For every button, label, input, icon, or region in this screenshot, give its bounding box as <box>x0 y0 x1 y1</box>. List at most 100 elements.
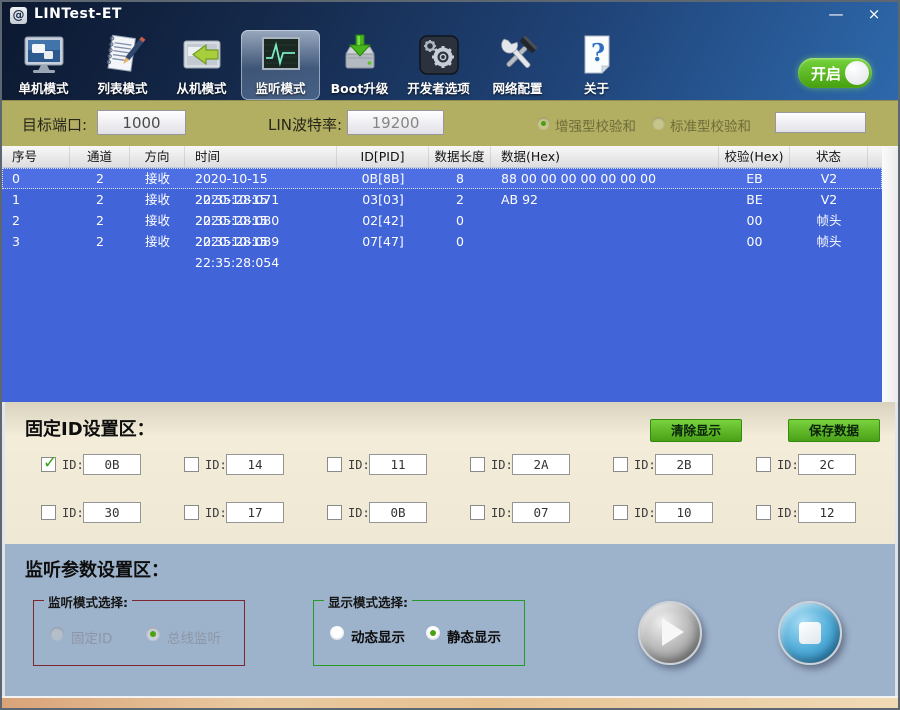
listen-mode-legend: 监听模式选择: <box>44 592 132 611</box>
id-input[interactable] <box>798 454 856 475</box>
header-area: @ LINTest-ET — × 单机模式 <box>2 2 898 100</box>
standard-checksum-radio[interactable] <box>652 117 665 130</box>
id-label: ID: <box>491 458 513 472</box>
table-scrollbar[interactable] <box>882 147 898 402</box>
oscilloscope-icon <box>258 32 304 78</box>
dynamic-display-radio-label: 动态显示 <box>351 626 405 646</box>
toolbar-label: Boot升级 <box>320 78 399 97</box>
cell-data-hex <box>491 231 719 273</box>
id-input[interactable] <box>226 502 284 523</box>
id-label: ID: <box>205 506 227 520</box>
id-input[interactable] <box>798 502 856 523</box>
id-checkbox[interactable] <box>327 457 342 472</box>
id-label: ID: <box>634 458 656 472</box>
id-input[interactable] <box>512 502 570 523</box>
id-checkbox[interactable] <box>756 457 771 472</box>
start-button[interactable] <box>638 601 702 665</box>
id-checkbox[interactable] <box>470 505 485 520</box>
table-row[interactable]: 1 2 接收 2020-10-15 22:35:28:080 03[03] 2 … <box>2 189 882 210</box>
dynamic-display-radio[interactable] <box>330 626 344 640</box>
col-header-data-hex[interactable]: 数据(Hex) <box>491 146 719 167</box>
table-row[interactable]: 3 2 接收 2020-10-15 22:35:28:054 07[47] 0 … <box>2 231 882 252</box>
id-checkbox[interactable] <box>470 457 485 472</box>
id-input[interactable] <box>512 454 570 475</box>
toggle-knob-icon <box>845 61 869 85</box>
id-input[interactable] <box>655 502 713 523</box>
col-header-channel[interactable]: 通道 <box>70 146 130 167</box>
table-header: 序号 通道 方向 时间 ID[PID] 数据长度 数据(Hex) 校验(Hex)… <box>2 146 898 168</box>
col-header-checksum-hex[interactable]: 校验(Hex) <box>719 146 790 167</box>
id-checkbox[interactable] <box>41 505 56 520</box>
toolbar-button-network-config[interactable]: 网络配置 <box>478 30 557 100</box>
status-strip <box>2 696 898 708</box>
listen-params-title: 监听参数设置区： <box>25 556 169 582</box>
col-header-direction[interactable]: 方向 <box>130 146 185 167</box>
cell-index: 3 <box>2 231 70 273</box>
close-button[interactable]: × <box>860 5 888 23</box>
col-header-id-pid[interactable]: ID[PID] <box>337 146 429 167</box>
static-display-radio[interactable] <box>426 626 440 640</box>
id-input[interactable] <box>369 454 427 475</box>
id-label: ID: <box>205 458 227 472</box>
id-checkbox[interactable] <box>327 505 342 520</box>
power-toggle-label: 开启 <box>811 63 841 84</box>
id-checkbox[interactable] <box>756 505 771 520</box>
bus-listen-radio[interactable] <box>146 627 160 641</box>
toolbar-button-list-mode[interactable]: 列表模式 <box>83 30 162 100</box>
col-header-status[interactable]: 状态 <box>790 146 868 167</box>
fixed-id-radio[interactable] <box>50 627 64 641</box>
id-input[interactable] <box>83 502 141 523</box>
enhanced-checksum-radio[interactable] <box>537 117 550 130</box>
cell-time: 2020-10-15 22:35:28:054 <box>185 231 337 273</box>
col-header-time[interactable]: 时间 <box>185 146 337 167</box>
display-mode-legend: 显示模式选择: <box>324 592 412 611</box>
toolbar-label: 单机模式 <box>4 78 83 97</box>
stop-button[interactable] <box>778 601 842 665</box>
id-input[interactable] <box>655 454 713 475</box>
monitor-icon <box>21 32 67 78</box>
toolbar-button-listen-mode[interactable]: 监听模式 <box>241 30 320 100</box>
id-checkbox[interactable] <box>613 505 628 520</box>
cell-status: 帧头 <box>790 231 868 273</box>
fixed-id-title: 固定ID设置区： <box>25 415 155 441</box>
id-label: ID: <box>777 506 799 520</box>
toolbar-button-developer-options[interactable]: 开发者选项 <box>399 30 478 100</box>
enhanced-checksum-label: 增强型校验和 <box>555 115 636 135</box>
app-icon: @ <box>10 7 27 24</box>
minimize-button[interactable]: — <box>822 5 850 23</box>
port-input[interactable] <box>97 110 186 135</box>
save-data-button[interactable]: 保存数据 <box>788 419 880 442</box>
col-header-data-length[interactable]: 数据长度 <box>429 146 491 167</box>
id-checkbox[interactable] <box>41 457 56 472</box>
clear-display-button[interactable]: 清除显示 <box>650 419 742 442</box>
id-label: ID: <box>777 458 799 472</box>
standard-checksum-label: 标准型校验和 <box>670 115 751 135</box>
col-header-index[interactable]: 序号 <box>2 146 70 167</box>
toolbar-button-about[interactable]: ? 关于 <box>557 30 636 100</box>
id-checkbox[interactable] <box>184 505 199 520</box>
baud-label: LIN波特率: <box>268 114 342 135</box>
toolbar-button-slave-mode[interactable]: 从机模式 <box>162 30 241 100</box>
id-input[interactable] <box>83 454 141 475</box>
power-toggle[interactable]: 开启 <box>798 58 872 88</box>
toolbar-button-boot-upgrade[interactable]: Boot升级 <box>320 30 399 100</box>
id-input[interactable] <box>369 502 427 523</box>
svg-text:?: ? <box>591 38 605 67</box>
baud-input[interactable] <box>347 110 444 135</box>
cell-id-pid: 07[47] <box>337 231 429 273</box>
cell-direction: 接收 <box>130 231 185 273</box>
gears-icon <box>416 32 462 78</box>
table-row[interactable]: 2 2 接收 2020-10-15 22:35:28:089 02[42] 0 … <box>2 210 882 231</box>
extra-input[interactable] <box>775 112 866 133</box>
toolbar-button-single-mode[interactable]: 单机模式 <box>4 30 83 100</box>
list-icon <box>100 32 146 78</box>
app-window: @ LINTest-ET — × 单机模式 <box>0 0 900 710</box>
id-input[interactable] <box>226 454 284 475</box>
id-checkbox[interactable] <box>613 457 628 472</box>
id-label: ID: <box>491 506 513 520</box>
tools-icon <box>495 32 541 78</box>
id-checkbox[interactable] <box>184 457 199 472</box>
toolbar: 单机模式 <box>4 30 636 100</box>
table-row[interactable]: 0 2 接收 2020-10-15 22:35:28:071 0B[8B] 8 … <box>2 168 882 189</box>
toolbar-label: 监听模式 <box>241 78 320 97</box>
